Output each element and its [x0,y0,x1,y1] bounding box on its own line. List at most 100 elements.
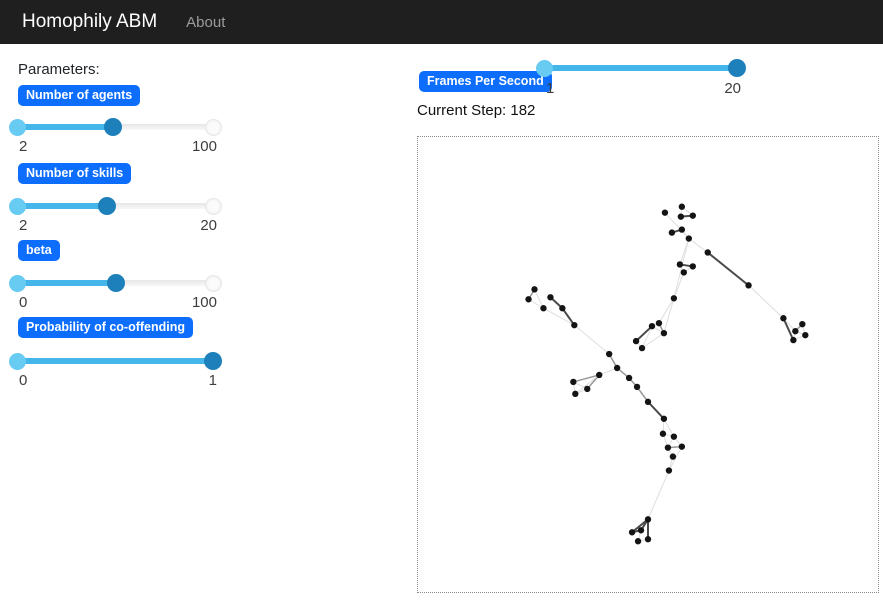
slider-min-label: 2 [19,138,27,155]
slider-start-dot [9,198,26,215]
graph-node [686,235,692,241]
graph-node [645,399,651,405]
slider-min-label: 0 [19,372,27,389]
slider-handle[interactable] [98,197,116,215]
slider-handle[interactable] [104,118,122,136]
slider-start-dot [9,275,26,292]
graph-node [678,213,684,219]
slider-labels: 1 20 [535,80,746,97]
slider-min-label: 1 [546,80,554,97]
graph-node [662,209,668,215]
slider-end-dot [205,198,222,215]
graph-node [660,431,666,437]
slider-max-label: 1 [209,372,217,389]
slider-min-label: 2 [19,217,27,234]
graph-node [572,391,578,397]
network-graph[interactable] [417,136,879,593]
slider-beta[interactable] [8,273,222,293]
graph-edge [648,402,664,419]
badge-frames-per-second: Frames Per Second [419,71,552,92]
slider-handle[interactable] [107,274,125,292]
badge-beta: beta [18,240,60,261]
graph-node [665,444,671,450]
graph-node [635,538,641,544]
graph-node [671,433,677,439]
graph-edge [648,471,669,520]
graph-node [645,516,651,522]
graph-edge [674,272,684,298]
graph-edge [659,298,674,323]
slider-track[interactable] [18,124,113,130]
navbar: Homophily ABM About [0,0,883,44]
graph-node [745,282,751,288]
graph-node [799,321,805,327]
slider-labels: 0 1 [8,372,222,389]
slider-end-dot [205,275,222,292]
slider-handle[interactable] [204,352,222,370]
graph-node [792,328,798,334]
slider-track[interactable] [18,280,116,286]
slider-labels: 2 20 [8,217,222,234]
slider-start-dot [9,353,26,370]
current-step-text: Current Step: 182 [417,102,535,119]
slider-max-label: 20 [200,217,217,234]
graph-edge [708,252,749,285]
slider-track[interactable] [545,65,737,71]
graph-node [639,345,645,351]
graph-node [540,305,546,311]
graph-edge [543,308,574,325]
app-title[interactable]: Homophily ABM [22,11,157,33]
graph-node [638,527,644,533]
graph-node [780,315,786,321]
parameters-heading: Parameters: [18,61,100,78]
graph-node [649,323,655,329]
nav-link-about[interactable]: About [186,14,225,31]
graph-edge [636,326,652,341]
graph-node [677,261,683,267]
slider-max-label: 20 [724,80,741,97]
graph-node [634,384,640,390]
slider-max-label: 100 [192,294,217,311]
graph-node [633,338,639,344]
slider-labels: 2 100 [8,138,222,155]
graph-node [614,365,620,371]
graph-node [705,249,711,255]
slider-handle[interactable] [728,59,746,77]
slider-start-dot [536,60,553,77]
graph-edge [689,239,708,253]
graph-node [690,212,696,218]
graph-node [670,453,676,459]
graph-node [596,372,602,378]
graph-node [570,379,576,385]
graph-node [661,330,667,336]
graph-node [645,536,651,542]
graph-node [679,204,685,210]
slider-probability-of-co-offending[interactable] [8,351,222,371]
graph-node [690,263,696,269]
graph-node [626,375,632,381]
network-graph-canvas [418,137,878,592]
slider-track[interactable] [18,358,213,364]
graph-node [802,332,808,338]
graph-node [669,229,675,235]
graph-node [531,286,537,292]
graph-node [661,416,667,422]
slider-number-of-skills[interactable] [8,196,222,216]
slider-min-label: 0 [19,294,27,311]
graph-edge [574,325,609,354]
slider-track[interactable] [18,203,107,209]
slider-end-dot [205,119,222,136]
slider-frames-per-second[interactable] [535,58,746,78]
graph-edge [749,285,784,318]
graph-node [629,529,635,535]
graph-node [679,443,685,449]
graph-node [525,296,531,302]
slider-number-of-agents[interactable] [8,117,222,137]
badge-probability-of-co-offending: Probability of co-offending [18,317,193,338]
slider-start-dot [9,119,26,136]
graph-node [547,294,553,300]
badge-number-of-agents: Number of agents [18,85,140,106]
graph-node [606,351,612,357]
graph-node [656,320,662,326]
badge-number-of-skills: Number of skills [18,163,131,184]
